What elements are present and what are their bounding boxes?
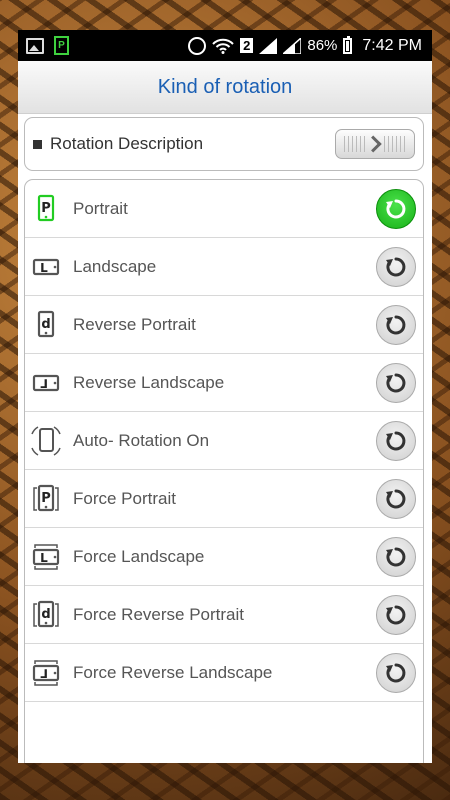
- reverse-portrait-icon: d: [25, 309, 67, 341]
- rotation-row-force-portrait[interactable]: P Force Portrait: [25, 470, 423, 528]
- landscape-icon: L: [25, 251, 67, 283]
- rotate-icon: [385, 198, 407, 220]
- app-notification-icon: P: [54, 36, 69, 55]
- rotate-toggle-button[interactable]: [376, 420, 416, 461]
- rotation-row-force-reverse-landscape[interactable]: ⅃ Force Reverse Landscape: [25, 644, 423, 702]
- rotation-list: P Portrait L Landscape d Reverse Portrait ⅃ Rev…: [24, 179, 424, 763]
- svg-text:P: P: [41, 491, 51, 506]
- rotation-label: Portrait: [73, 198, 128, 218]
- rotation-label: Reverse Landscape: [73, 372, 225, 392]
- wifi-icon: [212, 38, 234, 54]
- svg-text:⅃: ⅃: [40, 667, 48, 681]
- title-bar: Kind of rotation: [18, 61, 432, 114]
- force-reverse-portrait-icon: d: [25, 599, 67, 631]
- battery-icon: [343, 35, 353, 54]
- rotate-toggle-button[interactable]: [376, 362, 416, 403]
- rotate-toggle-button[interactable]: [376, 188, 416, 229]
- rotation-label: Landscape: [73, 256, 157, 276]
- rotation-label: Force Landscape: [73, 546, 205, 566]
- rotation-row-portrait[interactable]: P Portrait: [25, 180, 423, 238]
- alarm-icon: [188, 36, 207, 55]
- rotate-toggle-button[interactable]: [376, 594, 416, 635]
- gallery-notification-icon: [26, 37, 44, 54]
- force-landscape-icon: L: [25, 541, 67, 573]
- rotate-toggle-button[interactable]: [376, 304, 416, 345]
- rotate-icon: [385, 372, 407, 394]
- force-portrait-icon: P: [25, 483, 67, 515]
- reverse-landscape-icon: ⅃: [25, 367, 67, 399]
- svg-text:⅃: ⅃: [40, 377, 48, 391]
- portrait-icon: P: [25, 193, 67, 225]
- rotate-icon: [385, 546, 407, 568]
- force-reverse-landscape-icon: ⅃: [25, 657, 67, 689]
- rotation-row-landscape[interactable]: L Landscape: [25, 238, 423, 296]
- rotation-row-force-landscape[interactable]: L Force Landscape: [25, 528, 423, 586]
- rotate-toggle-button[interactable]: [376, 246, 416, 287]
- rotation-description-card[interactable]: Rotation Description: [24, 117, 424, 171]
- grip-lines-icon: [384, 136, 406, 152]
- chevron-right-icon: [364, 135, 382, 153]
- signal-secondary-icon: [281, 35, 303, 55]
- rotate-icon: [385, 256, 407, 278]
- svg-text:P: P: [41, 201, 51, 216]
- rotation-label: Force Reverse Landscape: [73, 662, 273, 682]
- svg-text:d: d: [41, 607, 50, 622]
- page-title: Kind of rotation: [157, 75, 293, 98]
- rotate-icon: [385, 314, 407, 336]
- rotation-row-reverse-portrait[interactable]: d Reverse Portrait: [25, 296, 423, 354]
- rotate-toggle-button[interactable]: [376, 652, 416, 693]
- sim-slot-badge: 2: [240, 38, 254, 53]
- grip-lines-icon: [344, 136, 366, 152]
- rotate-icon: [385, 488, 407, 510]
- rotation-row-reverse-landscape[interactable]: ⅃ Reverse Landscape: [25, 354, 423, 412]
- rotate-icon: [385, 430, 407, 452]
- rotation-row-force-reverse-portrait[interactable]: d Force Reverse Portrait: [25, 586, 423, 644]
- battery-percent: 86%: [307, 37, 338, 54]
- rotate-toggle-button[interactable]: [376, 536, 416, 577]
- rotation-label: Auto- Rotation On: [73, 430, 210, 450]
- rotation-description-label: Rotation Description: [50, 134, 204, 153]
- rotation-label: Force Reverse Portrait: [73, 604, 244, 624]
- rotation-row-auto-rotation[interactable]: Auto- Rotation On: [25, 412, 423, 470]
- rotation-description-button[interactable]: [335, 129, 415, 159]
- svg-text:L: L: [40, 261, 48, 275]
- rotate-toggle-button[interactable]: [376, 478, 416, 519]
- clock: 7:42 PM: [362, 36, 422, 54]
- auto-rotation-icon: [25, 424, 67, 458]
- svg-text:d: d: [41, 317, 50, 332]
- rotate-icon: [385, 662, 407, 684]
- rotation-label: Reverse Portrait: [73, 314, 196, 334]
- bullet-icon: [33, 139, 42, 149]
- rotation-label: Force Portrait: [73, 488, 176, 508]
- rotate-icon: [385, 604, 407, 626]
- app-panel: Kind of rotation Rotation Description PP…: [18, 61, 432, 763]
- status-bar: P 2 86% 7:42 PM: [18, 30, 432, 61]
- signal-icon: [259, 37, 278, 54]
- svg-text:L: L: [40, 551, 48, 565]
